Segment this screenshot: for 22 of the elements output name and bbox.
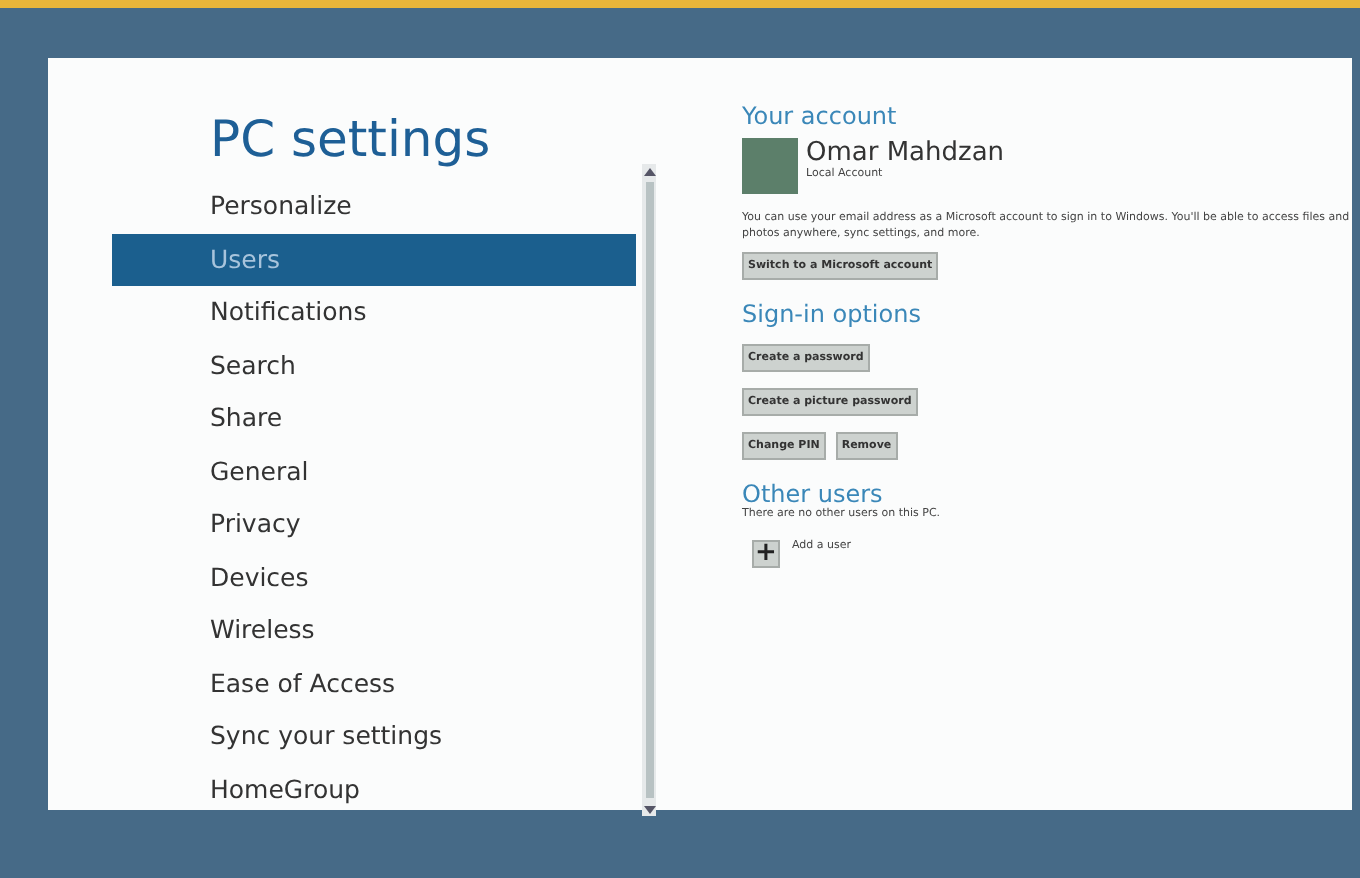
nav-item[interactable]: Personalize [112, 180, 636, 233]
nav-item[interactable]: Devices [112, 551, 636, 604]
scroll-down-icon[interactable] [643, 802, 655, 816]
nav-item[interactable]: HomeGroup [112, 763, 636, 816]
nav-item[interactable]: General [112, 445, 636, 498]
section-heading: Your account [742, 102, 899, 130]
nav-item[interactable]: Privacy [112, 498, 636, 551]
add-user-button[interactable]: + [752, 540, 780, 568]
section-heading: Other users [742, 480, 885, 508]
scrollbar[interactable] [642, 164, 656, 816]
section-heading: Sign-in options [742, 300, 923, 328]
scroll-up-icon[interactable] [643, 164, 655, 178]
nav-item[interactable]: Wireless [112, 604, 636, 657]
user-name: Omar Mahdzan [806, 138, 1005, 168]
nav-item[interactable]: Search [112, 339, 636, 392]
nav-item[interactable]: Share [112, 392, 636, 445]
page-title: PC settings [210, 110, 491, 168]
nav-item[interactable]: Users [112, 233, 636, 286]
photo-placeholder [742, 138, 798, 194]
nav-item[interactable]: Sync your settings [112, 710, 636, 763]
nav-item[interactable]: Notifications [112, 286, 636, 339]
nav-item[interactable]: Ease of Access [112, 657, 636, 710]
